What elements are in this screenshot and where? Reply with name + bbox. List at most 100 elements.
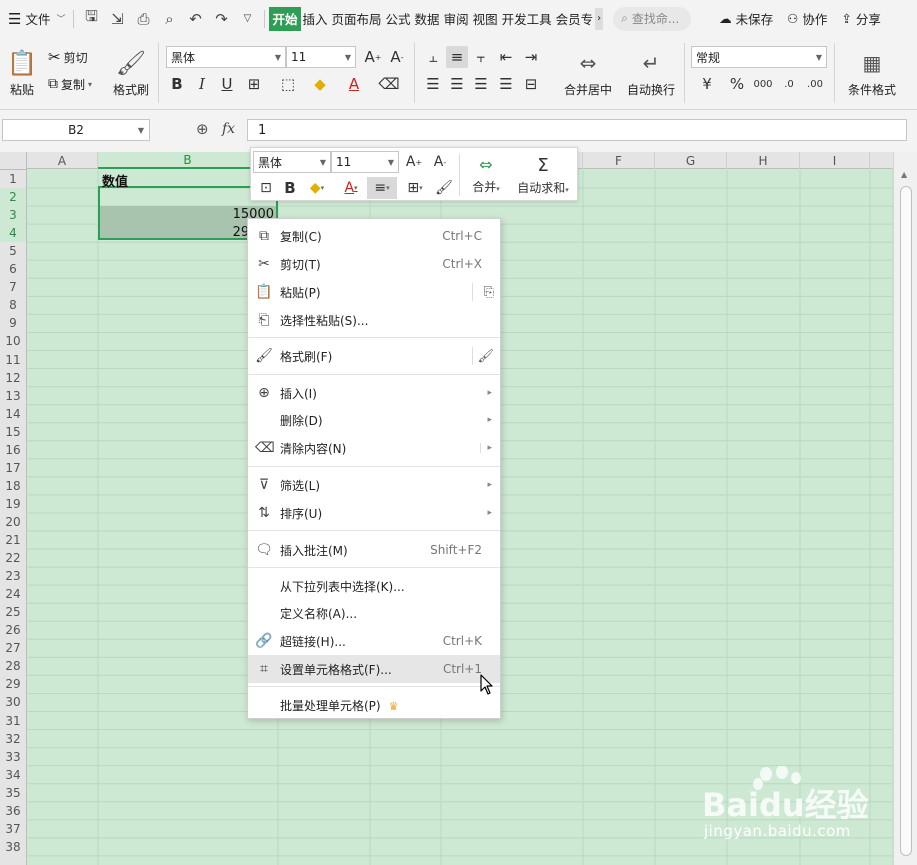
tabs-more-icon[interactable]: ›	[595, 7, 604, 30]
tab-member[interactable]: 会员专	[554, 7, 596, 31]
print-preview-icon[interactable]: ⌕	[156, 0, 182, 37]
increase-font-icon[interactable]: A +	[362, 46, 384, 68]
column-header-g[interactable]: G	[655, 152, 727, 169]
format-painter-button[interactable]: 🖌 格式刷	[110, 43, 152, 103]
cell-b1[interactable]: 数值	[102, 171, 128, 190]
row-header-1[interactable]: 1	[0, 170, 26, 188]
redo-icon[interactable]: ↷	[208, 0, 234, 37]
bold-icon[interactable]: B	[166, 73, 188, 95]
align-center-icon[interactable]: ☰	[446, 73, 468, 95]
paste-button[interactable]: 📋 粘贴	[4, 43, 40, 103]
row-header-19[interactable]: 19	[0, 495, 26, 513]
row-header-15[interactable]: 15	[0, 423, 26, 441]
share-button[interactable]: ⇪ 分享	[841, 9, 881, 28]
decrease-font-icon[interactable]: A-	[386, 46, 408, 68]
format-painter-multi-icon[interactable]: 🖌	[472, 347, 494, 365]
column-header-i[interactable]: I	[800, 152, 870, 169]
mini-font-color-icon[interactable]: A ▾	[337, 177, 365, 199]
copy-button[interactable]: ⧉ 复制 ▾	[48, 73, 92, 95]
tab-view[interactable]: 视图	[471, 7, 500, 31]
font-color-icon[interactable]: A	[343, 73, 365, 95]
row-header-36[interactable]: 36	[0, 802, 26, 820]
zoom-icon[interactable]: ⊕	[196, 120, 209, 138]
row-header-7[interactable]: 7	[0, 278, 26, 296]
file-menu[interactable]: ☰ 文件 ﹀	[0, 0, 69, 37]
justify-icon[interactable]: ☰	[495, 73, 517, 95]
font-size-select[interactable]: 11 ▼	[286, 46, 356, 68]
wrap-text-button[interactable]: ↵ 自动换行	[624, 45, 678, 103]
mini-autosum-button[interactable]: Σ 自动求和▾	[513, 152, 573, 198]
row-header-30[interactable]: 30	[0, 693, 26, 711]
row-header-23[interactable]: 23	[0, 567, 26, 585]
menu-item-copy[interactable]: ⧉ 复制(C) Ctrl+C	[248, 222, 500, 250]
mini-merge-button[interactable]: ⇔ 合并▾	[467, 152, 505, 198]
fill-style-icon[interactable]: ⬚	[277, 73, 299, 95]
formula-input[interactable]: 1	[247, 119, 907, 141]
decrease-decimal-icon[interactable]: .00	[804, 73, 826, 95]
mini-border-icon[interactable]: ⊞ ▾	[401, 177, 429, 199]
mini-bold-icon[interactable]: B	[279, 177, 301, 199]
menu-item-paste-special[interactable]: ⎗ 选择性粘贴(S)...	[248, 306, 500, 334]
row-header-20[interactable]: 20	[0, 513, 26, 531]
column-header-h[interactable]: H	[727, 152, 800, 169]
row-header-18[interactable]: 18	[0, 477, 26, 495]
row-header-14[interactable]: 14	[0, 405, 26, 423]
menu-item-sort[interactable]: ⇅ 排序(U) ▸	[248, 499, 500, 527]
row-header-16[interactable]: 16	[0, 441, 26, 459]
percent-icon[interactable]: %	[726, 73, 748, 95]
row-header-31[interactable]: 31	[0, 712, 26, 730]
row-header-32[interactable]: 32	[0, 730, 26, 748]
select-all-corner[interactable]	[0, 152, 27, 170]
align-right-icon[interactable]: ☰	[470, 73, 492, 95]
row-header-10[interactable]: 10	[0, 332, 26, 350]
row-header-13[interactable]: 13	[0, 387, 26, 405]
row-header-29[interactable]: 29	[0, 675, 26, 693]
increase-decimal-icon[interactable]: .0	[778, 73, 800, 95]
menu-item-insert-comment[interactable]: 🗨 插入批注(M) Shift+F2	[248, 536, 500, 564]
export-icon[interactable]: ⇲	[104, 0, 130, 37]
mini-align-icon[interactable]: ≡ ▾	[367, 177, 397, 199]
row-header-24[interactable]: 24	[0, 585, 26, 603]
mini-decrease-font-icon[interactable]: A-	[429, 151, 451, 173]
print-icon[interactable]: ⎙	[130, 0, 156, 37]
tab-developer[interactable]: 开发工具	[500, 7, 554, 31]
menu-item-cut[interactable]: ✂ 剪切(T) Ctrl+X	[248, 250, 500, 278]
customize-icon[interactable]: ▽	[234, 0, 260, 37]
currency-icon[interactable]: ¥	[696, 73, 718, 95]
column-header-a[interactable]: A	[27, 152, 98, 169]
row-header-5[interactable]: 5	[0, 242, 26, 260]
menu-item-format-painter[interactable]: 🖌 格式刷(F) 🖌	[248, 342, 500, 370]
fill-color-icon[interactable]: ◆	[309, 73, 331, 95]
thousands-icon[interactable]: 000	[752, 73, 774, 95]
row-header-2[interactable]: 2	[0, 188, 26, 207]
row-header-4[interactable]: 4	[0, 224, 26, 243]
row-header-9[interactable]: 9	[0, 314, 26, 332]
row-header-25[interactable]: 25	[0, 603, 26, 621]
menu-item-hyperlink[interactable]: 🔗 超链接(H)... Ctrl+K	[248, 627, 500, 655]
tab-page-layout[interactable]: 页面布局	[330, 7, 384, 31]
cut-button[interactable]: ✂ 剪切	[48, 46, 88, 68]
fx-icon[interactable]: fx	[222, 121, 235, 137]
row-header-11[interactable]: 11	[0, 351, 26, 369]
tab-insert[interactable]: 插入	[301, 7, 330, 31]
menu-item-batch-process[interactable]: 批量处理单元格(P) ♛	[248, 691, 500, 719]
row-header-12[interactable]: 12	[0, 369, 26, 387]
decrease-indent-icon[interactable]: ⇤	[495, 46, 517, 68]
align-left-icon[interactable]: ☰	[422, 73, 444, 95]
mini-font-size-select[interactable]: 11 ▼	[331, 151, 399, 173]
row-header-26[interactable]: 26	[0, 621, 26, 639]
increase-indent-icon[interactable]: ⇥	[520, 46, 542, 68]
mini-increase-font-icon[interactable]: A +	[403, 151, 425, 173]
underline-icon[interactable]: U	[216, 73, 238, 95]
collab-button[interactable]: ⚇ 协作	[787, 9, 827, 28]
row-header-35[interactable]: 35	[0, 784, 26, 802]
row-header-37[interactable]: 37	[0, 820, 26, 838]
mini-fit-icon[interactable]: ⊡	[255, 177, 277, 199]
row-header-33[interactable]: 33	[0, 748, 26, 766]
row-header-28[interactable]: 28	[0, 657, 26, 675]
row-header-22[interactable]: 22	[0, 549, 26, 567]
row-header-34[interactable]: 34	[0, 766, 26, 784]
column-header-f[interactable]: F	[583, 152, 655, 169]
border-icon[interactable]: ⊞	[243, 73, 265, 95]
menu-item-format-cells[interactable]: ⌗ 设置单元格格式(F)... Ctrl+1	[248, 655, 500, 683]
